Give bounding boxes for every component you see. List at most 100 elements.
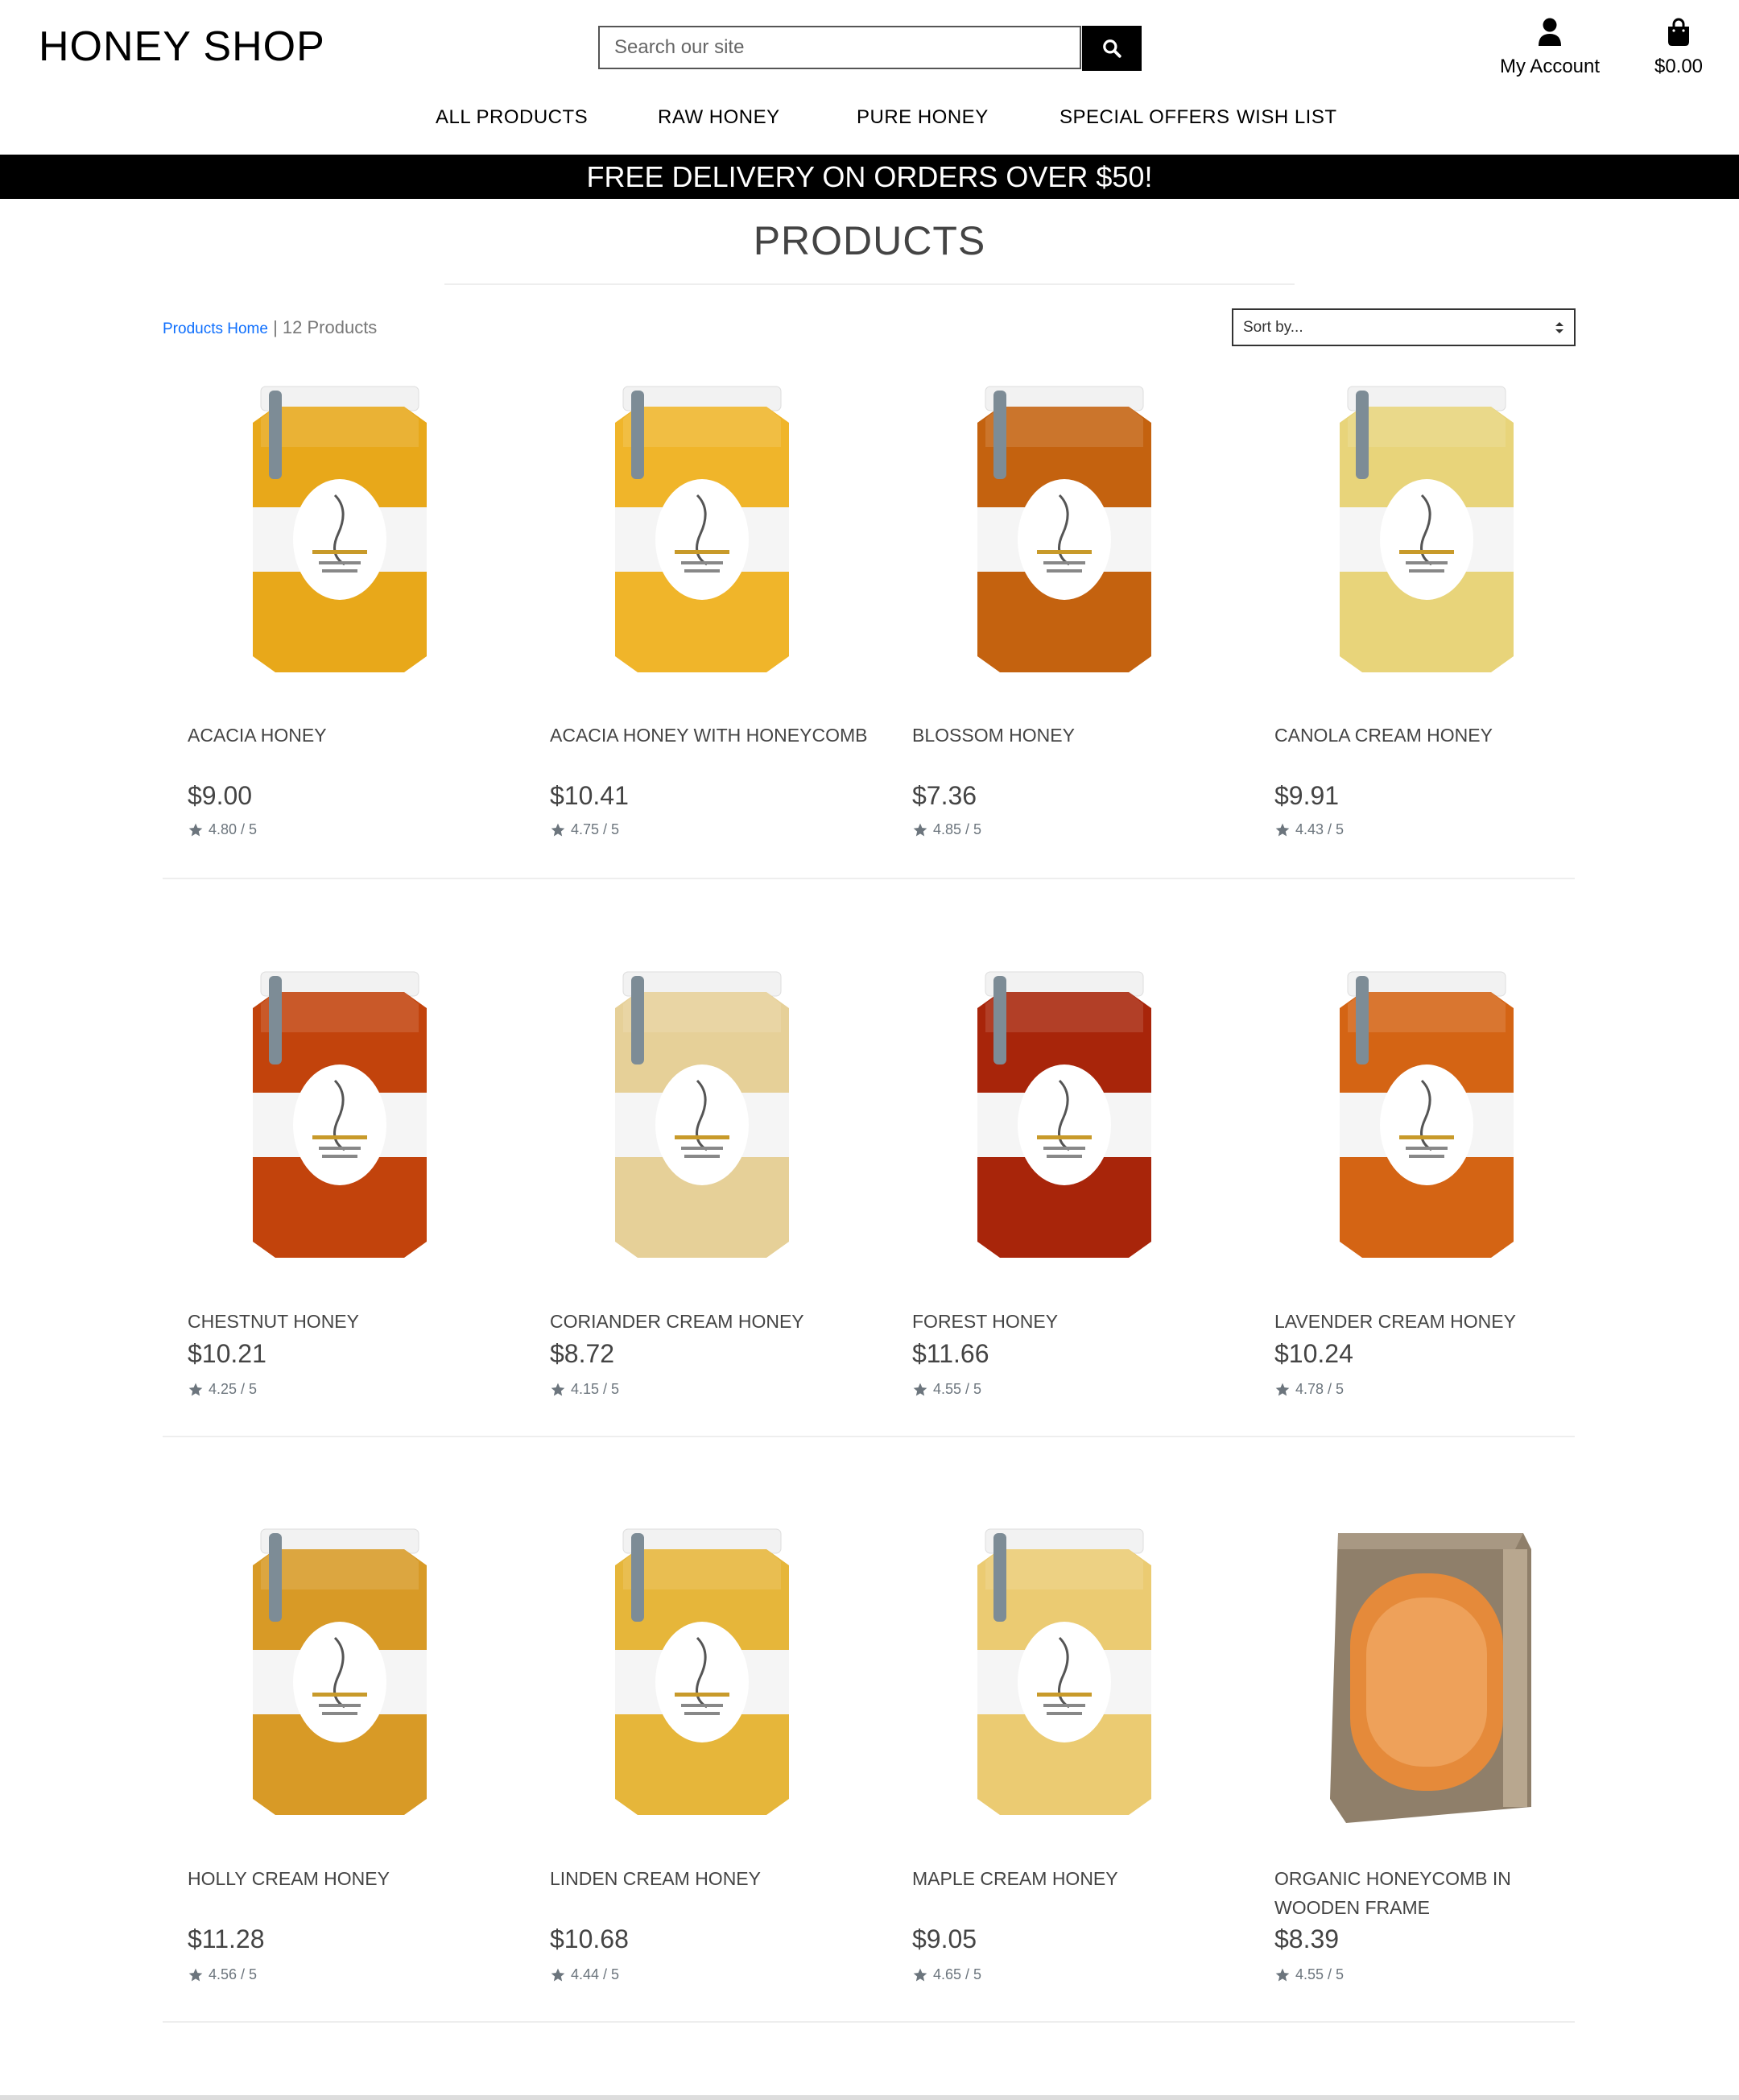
product-rating-value: 4.55 / 5: [1295, 1966, 1345, 1982]
product-image[interactable]: [525, 374, 879, 688]
product-price: $7.36: [912, 781, 977, 810]
product-name[interactable]: CHESTNUT HONEY: [188, 1307, 510, 1336]
product-name[interactable]: LAVENDER CREAM HONEY: [1274, 1307, 1596, 1336]
star-icon: [188, 1383, 203, 1395]
product-name[interactable]: LINDEN CREAM HONEY: [550, 1864, 872, 1893]
product-card[interactable]: CANOLA CREAM HONEY $9.91 4.43 / 5: [1250, 374, 1604, 854]
nav-wish-list[interactable]: WISH LIST: [1237, 106, 1337, 129]
footer-edge: [0, 2095, 1739, 2100]
product-rating-value: 4.85 / 5: [933, 821, 982, 837]
product-image[interactable]: [163, 1517, 517, 1831]
product-rating: 4.75 / 5: [550, 821, 619, 838]
product-price: $10.41: [550, 781, 629, 810]
product-rating-value: 4.80 / 5: [209, 821, 258, 837]
breadcrumb: Products Home | 12 Products: [163, 317, 377, 338]
star-icon: [913, 823, 927, 836]
sort-select[interactable]: Sort by...: [1232, 308, 1576, 346]
nav-raw-honey[interactable]: RAW HONEY: [658, 106, 780, 129]
product-price: $10.68: [550, 1924, 629, 1953]
product-rating-value: 4.78 / 5: [1295, 1381, 1345, 1397]
product-card[interactable]: ACACIA HONEY WITH HONEYCOMB $10.41 4.75 / …: [525, 374, 879, 854]
row-divider: [163, 878, 1575, 879]
my-account-link[interactable]: My Account: [1489, 18, 1610, 78]
product-price: $10.24: [1274, 1339, 1353, 1368]
product-card[interactable]: CORIANDER CREAM HONEY $8.72 4.15 / 5: [525, 960, 879, 1413]
nav-pure-honey[interactable]: PURE HONEY: [857, 106, 989, 129]
product-card[interactable]: LAVENDER CREAM HONEY $10.24 4.78 / 5: [1250, 960, 1604, 1413]
product-name[interactable]: ACACIA HONEY: [188, 721, 510, 750]
nav-all-products[interactable]: ALL PRODUCTS: [436, 106, 588, 129]
product-image[interactable]: [163, 960, 517, 1274]
star-icon: [188, 1968, 203, 1981]
product-image[interactable]: [1250, 1517, 1604, 1831]
search-form: [598, 26, 1142, 71]
product-rating: 4.85 / 5: [912, 821, 981, 838]
product-rating-value: 4.75 / 5: [571, 821, 620, 837]
user-icon: [1539, 18, 1561, 46]
product-count: 12 Products: [282, 317, 378, 337]
star-icon: [1275, 823, 1290, 836]
product-price: $9.05: [912, 1924, 977, 1953]
product-card[interactable]: MAPLE CREAM HONEY $9.05 4.65 / 5: [887, 1517, 1241, 1999]
product-image[interactable]: [1250, 960, 1604, 1274]
search-button[interactable]: [1082, 26, 1142, 71]
product-card[interactable]: LINDEN CREAM HONEY $10.68 4.44 / 5: [525, 1517, 879, 1999]
star-icon: [913, 1383, 927, 1395]
product-price: $9.91: [1274, 781, 1340, 810]
product-rating-value: 4.25 / 5: [209, 1381, 258, 1397]
search-icon: [1103, 39, 1121, 58]
row-divider: [163, 2021, 1575, 2023]
product-rating: 4.55 / 5: [1274, 1966, 1344, 1983]
product-name[interactable]: BLOSSOM HONEY: [912, 721, 1234, 750]
product-name[interactable]: CORIANDER CREAM HONEY: [550, 1307, 872, 1336]
product-rating: 4.25 / 5: [188, 1381, 257, 1398]
page-title: PRODUCTS: [753, 218, 986, 263]
product-price: $11.66: [912, 1339, 989, 1368]
product-rating: 4.78 / 5: [1274, 1381, 1344, 1398]
product-name[interactable]: CANOLA CREAM HONEY: [1274, 721, 1596, 750]
main-nav: ALL PRODUCTS RAW HONEY PURE HONEY SPECIA…: [0, 106, 1739, 138]
sort-select-value: Sort by...: [1243, 318, 1303, 336]
product-rating: 4.80 / 5: [188, 821, 257, 838]
shopping-bag-link[interactable]: $0.00: [1642, 18, 1715, 78]
product-image[interactable]: [887, 960, 1241, 1274]
product-rating: 4.56 / 5: [188, 1966, 257, 1983]
product-rating: 4.15 / 5: [550, 1381, 619, 1398]
product-image[interactable]: [1250, 374, 1604, 688]
product-image[interactable]: [887, 1517, 1241, 1831]
delivery-banner: FREE DELIVERY ON ORDERS OVER $50!: [0, 155, 1739, 199]
site-header: HONEY SHOP My Account $0.00 ALL PRODUCTS…: [0, 0, 1739, 155]
product-card[interactable]: BLOSSOM HONEY $7.36 4.85 / 5: [887, 374, 1241, 854]
star-icon: [188, 823, 203, 836]
my-account-label: My Account: [1499, 56, 1601, 77]
product-price: $11.28: [188, 1924, 265, 1953]
product-card[interactable]: ACACIA HONEY $9.00 4.80 / 5: [163, 374, 517, 854]
product-name[interactable]: MAPLE CREAM HONEY: [912, 1864, 1234, 1893]
product-name[interactable]: ORGANIC HONEYCOMB IN WOODEN FRAME: [1274, 1864, 1596, 1922]
product-image[interactable]: [887, 374, 1241, 688]
product-name[interactable]: ACACIA HONEY WITH HONEYCOMB: [550, 721, 872, 750]
star-icon: [1275, 1383, 1290, 1395]
title-divider: [444, 283, 1295, 285]
site-logo[interactable]: HONEY SHOP: [39, 23, 325, 71]
product-card[interactable]: CHESTNUT HONEY $10.21 4.25 / 5: [163, 960, 517, 1413]
star-icon: [913, 1968, 927, 1981]
product-image[interactable]: [525, 960, 879, 1274]
products-home-link[interactable]: Products Home: [163, 320, 268, 337]
bag-total: $0.00: [1654, 56, 1704, 77]
product-image[interactable]: [525, 1517, 879, 1831]
star-icon: [551, 1968, 565, 1981]
product-card[interactable]: ORGANIC HONEYCOMB IN WOODEN FRAME $8.39 4.…: [1250, 1517, 1604, 1999]
product-card[interactable]: FOREST HONEY $11.66 4.55 / 5: [887, 960, 1241, 1413]
search-input[interactable]: [598, 26, 1081, 69]
product-name[interactable]: HOLLY CREAM HONEY: [188, 1864, 510, 1893]
product-rating: 4.43 / 5: [1274, 821, 1344, 838]
product-rating-value: 4.56 / 5: [209, 1966, 258, 1982]
product-card[interactable]: HOLLY CREAM HONEY $11.28 4.56 / 5: [163, 1517, 517, 1999]
product-name[interactable]: FOREST HONEY: [912, 1307, 1234, 1336]
sort-arrows-icon: [1555, 321, 1563, 333]
product-rating-value: 4.44 / 5: [571, 1966, 620, 1982]
product-image[interactable]: [163, 374, 517, 688]
nav-special-offers[interactable]: SPECIAL OFFERS: [1060, 106, 1230, 129]
product-price: $9.00: [188, 781, 253, 810]
